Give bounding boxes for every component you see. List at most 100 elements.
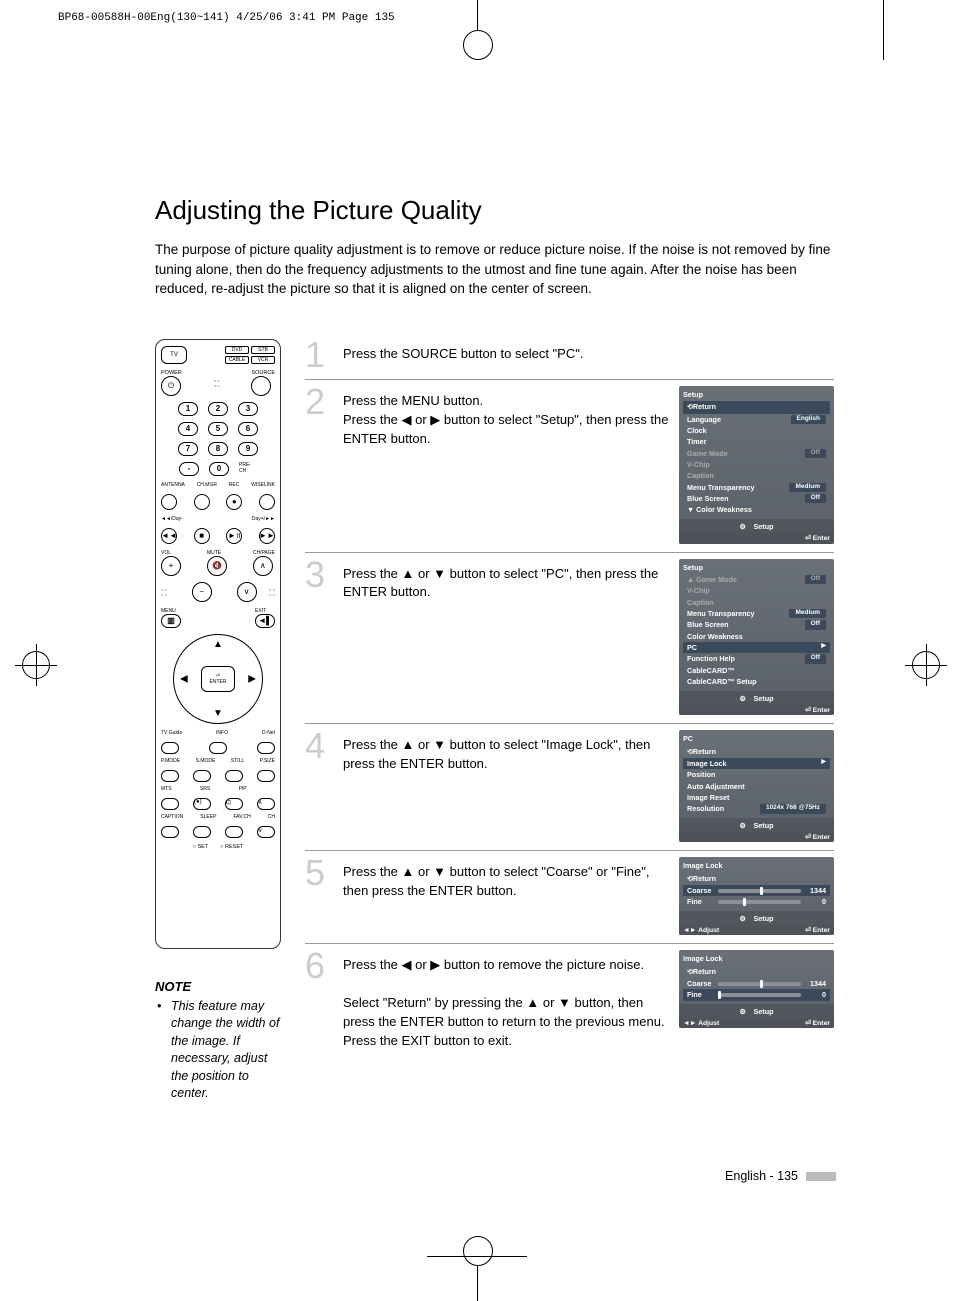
slider-value: 0 [804,990,826,999]
osd-slider-row: Coarse1344 [683,978,830,989]
osd-enter: Enter [813,535,830,542]
remote-prech-label: PRE-CH [239,462,257,474]
osd-return: Return [693,747,826,757]
antenna-btn [161,494,177,510]
smode-label: S.MODE [196,758,216,764]
osd-item-label: Menu Transparency [687,609,755,618]
step-number-1: 1 [305,339,333,371]
mts-btn [161,798,179,810]
osd-setup-2: Setup ▲ Game ModeOffV-ChipCaptionMenu Tr… [679,559,834,716]
step-4: 4 Press the ▲ or ▼ button to select "Ima… [305,724,834,851]
step-5: 5 Press the ▲ or ▼ button to select "Coa… [305,851,834,944]
osd-imagelock-2: Image Lock Return Coarse1344Fine0 ⚙Setup… [679,950,834,1028]
srs-btn: (●) [193,798,211,810]
remote-dvd-btn: DVD [225,346,249,354]
fforward-icon: ►► [259,528,275,544]
footer-text: English - 135 [725,1169,798,1183]
gear-icon: ⚙ [740,1007,750,1017]
sleep-btn [193,826,211,838]
remote-stb-btn: STB [251,346,275,354]
enter-btn: ⏎ENTER [201,666,235,692]
osd-adjust: Adjust [698,927,719,934]
step-text-5: Press the ▲ or ▼ button to select "Coars… [343,857,669,901]
gear-icon: ⚙ [740,522,750,532]
slider-bar [718,982,801,986]
wiselink-btn [259,494,275,510]
osd-item-label: Function Help [687,654,735,663]
pmode-btn [161,770,179,782]
remote-power-label: POWER [161,370,182,376]
osd-item-value: Off [805,575,826,584]
osd-item-value: Medium [789,483,826,492]
remote-rec-label: REC [229,482,240,488]
slider-bar [718,900,801,904]
crop-mark-bottom-h [427,1256,527,1257]
chpage-label: CH/PAGE [253,550,275,556]
osd-menu-row: PC▶ [683,642,830,653]
power-icon: ⏻ [161,376,181,396]
remote-num-7: 7 [178,442,198,456]
step-number-6: 6 [305,950,333,982]
chmgr-btn [194,494,210,510]
osd-menu-row: Blue Screen Off [683,619,830,630]
osd-item-label: Resolution [687,804,724,813]
smode-btn [193,770,211,782]
osd-menu-row: V-Chip [683,459,830,470]
step-number-2: 2 [305,386,333,418]
menu-btn: ▥ [161,614,181,628]
remote-num-5: 5 [208,422,228,436]
slider-label: Fine [687,990,715,999]
osd-item-label: Image Reset [687,793,729,802]
osd-item-label: PC [687,643,697,652]
vol-label: VOL [161,550,181,556]
osd-item-label: Blue Screen [687,620,729,629]
psize-label: P.SIZE [260,758,275,764]
exit-btn: ◄▌ [255,614,275,628]
step-3: 3 Press the ▲ or ▼ button to select "PC"… [305,553,834,725]
gear-icon: ⚙ [740,914,750,924]
pip-btn: ⊡ [225,798,243,810]
slider-value: 0 [804,897,826,906]
osd-adjust: Adjust [698,1020,719,1027]
side-crop-line [883,0,884,60]
osd-menu-row: Auto Adjustment [683,781,830,792]
sleep-label: SLEEP [200,814,216,820]
osd-enter: Enter [813,834,830,841]
crop-mark-top [477,0,478,30]
psize-btn [257,770,275,782]
step-6: 6 Press the ◀ or ▶ button to remove the … [305,944,834,1058]
gear-icon: ⚙ [740,821,750,831]
osd-menu-row: Caption [683,470,830,481]
osd-item-label: Caption [687,471,714,480]
osd-item-value: Off [805,620,826,629]
step-1: 1 Press the SOURCE button to select "PC"… [305,339,834,380]
info-label: INFO [216,730,228,736]
osd-item-label: Position [687,770,715,779]
remote-num-9: 9 [238,442,258,456]
osd-menu-row: Position [683,769,830,780]
dnet-btn [257,742,275,754]
favch-btn [225,826,243,838]
osd-title: Setup [683,390,830,399]
osd-imagelock-1: Image Lock Return Coarse1344Fine0 ⚙Setup… [679,857,834,935]
remote-chmgr-label: CH.MGR [197,482,217,488]
step-text-3: Press the ▲ or ▼ button to select "PC", … [343,559,669,603]
step-text-6: Press the ◀ or ▶ button to remove the pi… [343,950,669,1050]
osd-menu-row: Clock [683,425,830,436]
remote-vcr-btn: VCR [251,356,275,364]
gear-icon: ⚙ [740,694,750,704]
arrow-right-icon: ▶ [821,759,826,768]
osd-menu-row: Menu TransparencyMedium [683,482,830,493]
osd-title: Image Lock [683,861,830,870]
remote-tv-btn: TV [161,346,187,364]
osd-item-label: ▲ Game Mode [687,575,737,584]
osd-enter: Enter [813,707,830,714]
osd-item-label: Auto Adjustment [687,782,745,791]
vol-up-icon: + [161,556,181,576]
enter-icon: ⏎ [805,1020,813,1027]
osd-enter: Enter [813,1020,830,1027]
osd-enter: Enter [813,927,830,934]
osd-footer-label: Setup [754,821,774,830]
osd-footer-label: Setup [754,522,774,531]
osd-menu-row: Caption [683,597,830,608]
